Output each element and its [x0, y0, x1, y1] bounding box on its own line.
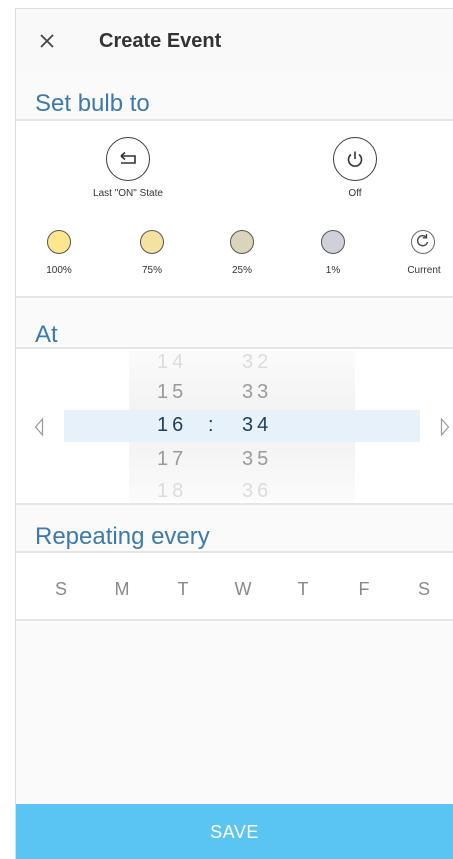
- brightness-75-label: 75%: [141, 265, 162, 276]
- brightness-25-label: 25%: [231, 265, 252, 276]
- day-friday[interactable]: F: [349, 579, 379, 600]
- day-tuesday[interactable]: T: [168, 579, 198, 600]
- save-button[interactable]: SAVE: [16, 804, 453, 859]
- set-bulb-pane: Last "ON" State Off 100% 75% 25% 1% Curr…: [16, 121, 453, 296]
- brightness-100-label: 100%: [46, 265, 72, 276]
- hour-option[interactable]: 14: [157, 351, 187, 374]
- selected-minute[interactable]: 34: [242, 414, 272, 437]
- create-event-screen: Create Event Set bulb to Last "ON" State…: [15, 8, 453, 859]
- brightness-75-bulb[interactable]: [140, 230, 164, 254]
- minute-option[interactable]: 33: [242, 381, 272, 404]
- minute-option[interactable]: 32: [242, 351, 272, 374]
- selected-hour[interactable]: 16: [157, 414, 187, 437]
- close-icon: [40, 34, 54, 48]
- divider: [16, 503, 453, 505]
- time-prev-button[interactable]: [34, 417, 44, 437]
- hour-option[interactable]: 15: [157, 381, 187, 404]
- repeating-title: Repeating every: [35, 523, 210, 550]
- save-label: SAVE: [210, 821, 259, 842]
- current-brightness-button[interactable]: [411, 230, 435, 254]
- hour-option[interactable]: 17: [157, 448, 187, 471]
- at-title: At: [35, 321, 58, 348]
- return-icon: [120, 151, 136, 164]
- brightness-1-bulb[interactable]: [321, 230, 345, 254]
- day-saturday[interactable]: S: [409, 579, 439, 600]
- day-wednesday[interactable]: W: [228, 579, 258, 600]
- minute-option[interactable]: 36: [242, 480, 272, 503]
- chevron-left-icon: [34, 417, 44, 437]
- close-button[interactable]: [35, 29, 59, 53]
- chevron-right-icon: [440, 417, 450, 437]
- brightness-25-bulb[interactable]: [230, 230, 254, 254]
- set-bulb-title: Set bulb to: [35, 90, 150, 117]
- page-title: Create Event: [99, 30, 222, 52]
- off-label: Off: [348, 188, 362, 199]
- minute-option[interactable]: 35: [242, 448, 272, 471]
- divider: [16, 619, 453, 621]
- day-sunday[interactable]: S: [46, 579, 76, 600]
- hour-option[interactable]: 18: [157, 480, 187, 503]
- time-separator: :: [208, 414, 218, 436]
- day-thursday[interactable]: T: [288, 579, 318, 600]
- brightness-1-label: 1%: [325, 265, 341, 276]
- last-on-state-button[interactable]: [106, 137, 150, 181]
- refresh-icon: [416, 234, 429, 247]
- current-label: Current: [407, 265, 441, 276]
- brightness-100-bulb[interactable]: [47, 230, 71, 254]
- time-next-button[interactable]: [440, 417, 450, 437]
- last-on-state-label: Last "ON" State: [93, 188, 163, 199]
- app-header: Create Event: [16, 9, 453, 73]
- divider: [16, 296, 453, 298]
- power-icon: [347, 151, 363, 167]
- day-monday[interactable]: M: [107, 579, 137, 600]
- off-button[interactable]: [333, 137, 377, 181]
